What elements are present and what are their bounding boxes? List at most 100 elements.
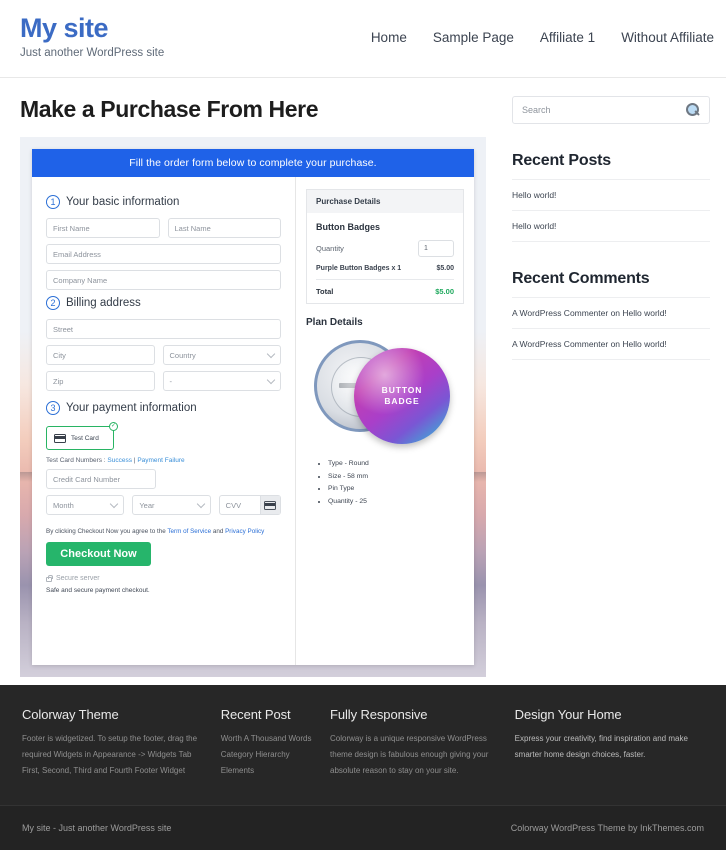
footer-column-1-text: Footer is widgetized. To setup the foote… bbox=[22, 734, 198, 775]
footer-column-1-title: Colorway Theme bbox=[22, 707, 119, 722]
search-icon[interactable] bbox=[686, 103, 700, 117]
total-label: Total bbox=[316, 287, 334, 296]
purchase-details-box: Purchase Details Button Badges Quantity … bbox=[306, 189, 464, 304]
list-item[interactable]: Hello world! bbox=[512, 211, 710, 242]
nav-item-affiliate-1[interactable]: Affiliate 1 bbox=[540, 30, 595, 45]
recent-posts-title: Recent Posts bbox=[512, 152, 611, 169]
step-1-heading: 1 Your basic information bbox=[46, 195, 281, 209]
last-name-input[interactable]: Last Name bbox=[167, 218, 281, 238]
content-column: Make a Purchase From Here Fill the order… bbox=[0, 78, 500, 685]
first-name-input[interactable]: First Name bbox=[46, 218, 160, 238]
badge-text-line2: BADGE bbox=[384, 396, 420, 406]
checkout-background: Fill the order form below to complete yo… bbox=[20, 137, 486, 677]
email-input[interactable]: Email Address bbox=[46, 244, 281, 264]
terms-link[interactable]: Term of Service bbox=[167, 528, 211, 535]
total-price: $5.00 bbox=[435, 287, 454, 296]
button-badge-image: BUTTON BADGE bbox=[306, 334, 466, 452]
checkout-now-button[interactable]: Checkout Now bbox=[46, 542, 151, 566]
purchase-details-body: Button Badges Quantity 1 Purple Button B… bbox=[307, 213, 463, 303]
year-select-value: Year bbox=[139, 500, 155, 510]
footer-column-2-title: Recent Post bbox=[220, 707, 291, 722]
nav-item-without-affiliate[interactable]: Without Affiliate bbox=[621, 30, 714, 45]
footer-column-3-text: Colorway is a unique responsive WordPres… bbox=[330, 734, 489, 775]
list-item[interactable]: A WordPress Commenter on Hello world! bbox=[512, 329, 710, 360]
copyright-right[interactable]: Colorway WordPress Theme by InkThemes.co… bbox=[511, 823, 704, 833]
state-select[interactable]: - bbox=[162, 371, 281, 391]
site-header: My site Just another WordPress site Home… bbox=[0, 0, 726, 78]
cvv-input[interactable]: CVV bbox=[218, 495, 281, 515]
test-card-option[interactable]: Test Card bbox=[46, 426, 114, 450]
plan-feature-item: Pin Type bbox=[328, 483, 464, 496]
chevron-down-icon bbox=[196, 499, 205, 509]
month-select[interactable]: Month bbox=[46, 495, 125, 515]
step-1-label: Your basic information bbox=[66, 196, 180, 208]
agree-prefix: By clicking Checkout Now you agree to th… bbox=[46, 528, 168, 535]
step-3-heading: 3 Your payment information bbox=[46, 401, 281, 415]
site-footer: Colorway Theme Footer is widgetized. To … bbox=[0, 685, 726, 805]
zip-input[interactable]: Zip bbox=[46, 371, 155, 391]
country-select[interactable]: Country bbox=[162, 345, 281, 365]
quantity-input[interactable]: 1 bbox=[418, 240, 454, 257]
plan-feature-item: Type - Round bbox=[328, 458, 464, 471]
test-card-option-wrap: Test Card ✓ bbox=[46, 422, 118, 450]
step-3-number: 3 bbox=[46, 401, 60, 415]
list-item[interactable]: Worth A Thousand Words bbox=[221, 731, 314, 747]
list-item[interactable]: A WordPress Commenter on Hello world! bbox=[512, 297, 710, 329]
check-circle-icon: ✓ bbox=[109, 422, 118, 431]
footer-column-1: Colorway Theme Footer is widgetized. To … bbox=[22, 707, 221, 787]
list-item[interactable]: Hello world! bbox=[512, 179, 710, 211]
purchase-details-column: Purchase Details Button Badges Quantity … bbox=[296, 177, 474, 665]
test-card-numbers: Test Card Numbers : Success | Payment Fa… bbox=[46, 457, 281, 464]
safe-checkout-note: Safe and secure payment checkout. bbox=[46, 587, 150, 594]
secure-server-label: Secure server bbox=[56, 575, 100, 582]
agree-and: and bbox=[211, 528, 226, 535]
nav-item-sample-page[interactable]: Sample Page bbox=[433, 30, 514, 45]
checkout-card: Fill the order form below to complete yo… bbox=[32, 149, 474, 665]
secure-server-row: Secure server bbox=[46, 575, 281, 582]
quantity-row: Quantity 1 bbox=[316, 240, 454, 257]
nav-item-home[interactable]: Home bbox=[371, 30, 407, 45]
badge-text-line1: BUTTON bbox=[381, 384, 423, 395]
list-item[interactable]: Elements bbox=[221, 763, 314, 779]
company-input[interactable]: Company Name bbox=[46, 270, 281, 290]
total-row: Total $5.00 bbox=[316, 280, 454, 296]
product-name: Button Badges bbox=[316, 222, 380, 232]
site-tagline: Just another WordPress site bbox=[20, 47, 165, 60]
copyright-left: My site - Just another WordPress site bbox=[22, 823, 172, 833]
test-numbers-prefix: Test Card Numbers : bbox=[46, 457, 108, 464]
test-card-label: Test Card bbox=[71, 434, 99, 442]
footer-column-3-title: Fully Responsive bbox=[330, 707, 428, 722]
checkout-banner: Fill the order form below to complete yo… bbox=[32, 149, 474, 177]
state-select-value: - bbox=[169, 376, 173, 386]
test-success-link[interactable]: Success bbox=[107, 457, 132, 464]
list-item[interactable]: Category Hierarchy bbox=[221, 747, 314, 763]
zip-state-row: Zip - bbox=[46, 371, 281, 397]
step-3-label: Your payment information bbox=[66, 402, 197, 414]
street-input[interactable]: Street bbox=[46, 319, 281, 339]
privacy-link[interactable]: Privacy Policy bbox=[225, 528, 264, 535]
order-form-column: 1 Your basic information First Name Last… bbox=[32, 177, 296, 665]
recent-comments-title: Recent Comments bbox=[512, 270, 650, 287]
search-box[interactable]: Search bbox=[512, 96, 710, 124]
cvv-card-icon bbox=[259, 496, 280, 514]
copyright-bar: My site - Just another WordPress site Co… bbox=[0, 805, 726, 850]
chevron-down-icon bbox=[110, 499, 119, 509]
page-title: Make a Purchase From Here bbox=[20, 96, 319, 122]
line-item-price: $5.00 bbox=[436, 265, 454, 272]
month-select-value: Month bbox=[53, 500, 74, 510]
footer-column-4-text: Express your creativity, find inspiratio… bbox=[514, 734, 688, 759]
chevron-down-icon bbox=[266, 349, 276, 359]
credit-card-icon bbox=[54, 433, 66, 443]
city-input[interactable]: City bbox=[46, 345, 155, 365]
footer-column-4-title: Design Your Home bbox=[514, 707, 622, 722]
test-failure-link[interactable]: Payment Failure bbox=[137, 457, 184, 464]
search-input[interactable]: Search bbox=[522, 105, 551, 115]
site-title[interactable]: My site bbox=[20, 14, 320, 43]
chevron-down-icon bbox=[266, 375, 276, 385]
checkout-body: 1 Your basic information First Name Last… bbox=[32, 177, 474, 665]
plan-details-heading: Plan Details bbox=[306, 317, 363, 328]
expiry-cvv-row: Month Year CVV bbox=[46, 495, 281, 521]
year-select[interactable]: Year bbox=[132, 495, 211, 515]
card-number-input[interactable]: Credit Card Number bbox=[46, 469, 156, 489]
line-item-row: Purple Button Badges x 1 $5.00 bbox=[316, 265, 454, 280]
